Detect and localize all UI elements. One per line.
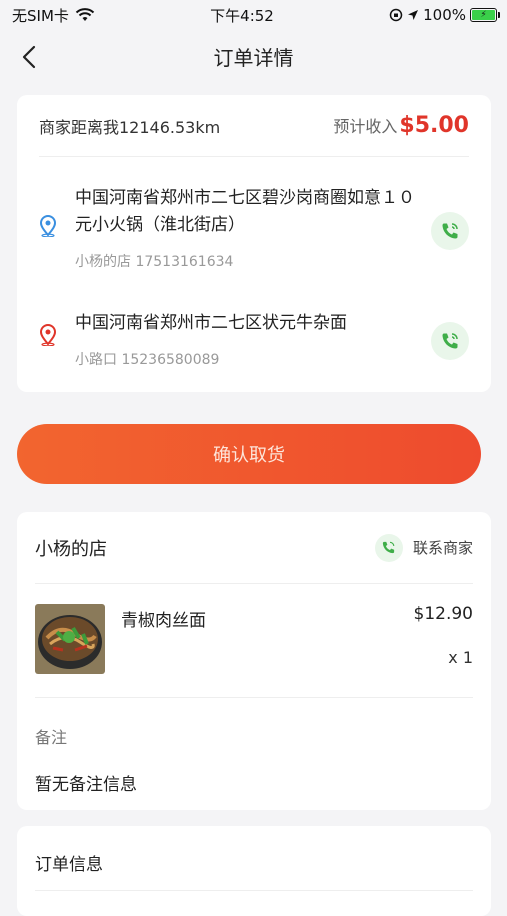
status-time: 下午4:52 (210, 6, 274, 25)
order-info-title: 订单信息 (35, 855, 103, 875)
phone-icon (442, 223, 458, 239)
status-right: 100% ⚡ (389, 6, 500, 24)
location-arrow-icon (408, 10, 419, 20)
note-text: 暂无备注信息 (35, 775, 137, 795)
pickup-contact: 小杨的店 17513161634 (75, 254, 234, 270)
charging-bolt: ⚡ (480, 10, 487, 20)
pickup-address-block: 中国河南省郑州市二七区碧沙岗商圈如意１０元小火锅（淮北街店） 小杨的店 1751… (39, 185, 469, 271)
shop-name: 小杨的店 (35, 538, 107, 560)
call-merchant-button[interactable] (431, 212, 469, 250)
dropoff-address-block: 中国河南省郑州市二七区状元牛杂面 小路口 15236580089 (39, 310, 469, 369)
page-title: 订单详情 (213, 45, 294, 70)
call-customer-button[interactable] (431, 322, 469, 360)
pickup-pin (39, 185, 67, 271)
item-price: $12.90 (413, 604, 473, 624)
merchant-distance: 商家距离我12146.53km (39, 117, 221, 137)
contact-merchant-button[interactable]: 联系商家 (374, 533, 473, 562)
status-left: 无SIM卡 (12, 5, 95, 26)
delivery-card: 商家距离我12146.53km 预计收入 $5.00 中国河南省郑州市二七区碧沙… (17, 95, 491, 392)
dropoff-text: 中国河南省郑州市二七区状元牛杂面 小路口 15236580089 (67, 310, 431, 369)
pickup-text: 中国河南省郑州市二七区碧沙岗商圈如意１０元小火锅（淮北街店） 小杨的店 1751… (67, 185, 431, 271)
divider (35, 890, 473, 891)
carrier-label: 无SIM卡 (12, 6, 69, 25)
phone-icon (383, 541, 395, 554)
dropoff-address: 中国河南省郑州市二七区状元牛杂面 (75, 313, 347, 333)
battery-icon: ⚡ (470, 8, 500, 22)
shop-header: 小杨的店 联系商家 (35, 512, 473, 584)
note-label: 备注 (35, 728, 68, 747)
location-pin-icon (39, 215, 57, 238)
item-thumbnail (35, 604, 105, 674)
shop-card: 小杨的店 联系商家 青椒肉丝面 $12.90 x 1 备注 暂无备注信息 (17, 512, 491, 810)
dropoff-contact: 小路口 15236580089 (75, 352, 220, 368)
contact-phone-badge (374, 533, 403, 562)
chevron-left-icon (22, 45, 36, 69)
item-price-qty: $12.90 x 1 (414, 604, 473, 697)
distance-row: 商家距离我12146.53km 预计收入 $5.00 (39, 95, 469, 157)
order-item: 青椒肉丝面 $12.90 x 1 (35, 584, 473, 698)
order-info-card: 订单信息 (17, 826, 491, 916)
item-name: 青椒肉丝面 (121, 611, 206, 631)
location-pin-icon (39, 324, 57, 347)
confirm-pickup-button[interactable]: 确认取货 (17, 424, 481, 484)
pickup-address: 中国河南省郑州市二七区碧沙岗商圈如意１０元小火锅（淮北街店） (75, 188, 415, 235)
estimated-income: 预计收入 $5.00 (333, 113, 469, 138)
noodle-dish-image (35, 604, 105, 674)
income-value: $5.00 (399, 113, 469, 138)
dropoff-pin (39, 310, 67, 369)
back-button[interactable] (14, 42, 44, 72)
wifi-icon (75, 8, 95, 21)
phone-icon (442, 333, 458, 349)
contact-merchant-label: 联系商家 (412, 539, 473, 557)
status-bar: 无SIM卡 下午4:52 100% ⚡ (0, 0, 507, 30)
battery-percent: 100% (423, 6, 466, 24)
orientation-lock-icon (389, 8, 403, 22)
income-label: 预计收入 (333, 117, 398, 136)
nav-bar: 订单详情 (0, 30, 507, 82)
item-quantity: x 1 (448, 648, 473, 667)
